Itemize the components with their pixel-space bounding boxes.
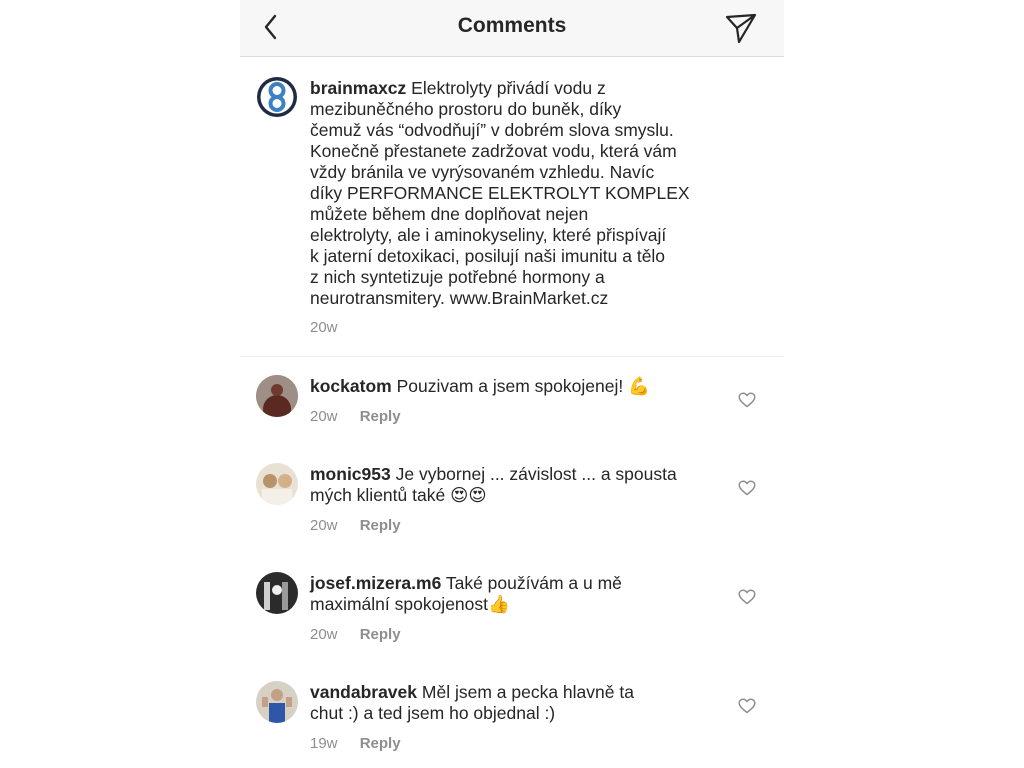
user-photo-icon — [256, 572, 298, 614]
comment-line-2: mých klientů také 😍😍 — [310, 485, 487, 506]
comment-line-1: kockatom Pouzivam a jsem spokojenej! 💪 — [310, 376, 650, 397]
avatar[interactable] — [256, 572, 298, 614]
post-caption: brainmaxcz Elektrolyty přivádí vodu z me… — [240, 57, 784, 357]
user-photo-icon — [256, 681, 298, 723]
timestamp: 20w — [310, 319, 338, 336]
caption-username[interactable]: brainmaxcz — [310, 78, 406, 98]
heart-outline-icon — [738, 589, 756, 605]
comment-text: vandabravek Měl jsem a pecka hlavně ta c… — [310, 682, 730, 724]
comment-item: monic953 Je vybornej ... závislost ... a… — [240, 445, 784, 553]
comment-line-1: vandabravek Měl jsem a pecka hlavně ta — [310, 682, 634, 702]
caption-line-2: mezibuněčného prostoru do buněk, díky — [310, 99, 622, 119]
caption-line-10: z nich syntetizuje potřebné hormony a — [310, 267, 605, 287]
thumbs-up-emoji: 👍 — [488, 595, 510, 615]
like-button[interactable] — [738, 480, 756, 496]
comment-line-1: josef.mizera.m6 Také používám a u mě — [310, 573, 622, 593]
caption-line-3: čemuž vás “odvodňují” v dobrém slova smy… — [310, 120, 674, 140]
avatar[interactable] — [256, 681, 298, 723]
avatar[interactable] — [256, 76, 298, 118]
caption-line-9: k jaterní detoxikaci, posilují naši imun… — [310, 246, 666, 266]
caption-line-7: můžete během dne doplňovat nejen — [310, 204, 589, 224]
avatar[interactable] — [256, 375, 298, 417]
comment-meta: 20w Reply — [310, 408, 401, 425]
brainmax-logo-icon — [257, 77, 297, 117]
avatar[interactable] — [256, 463, 298, 505]
timestamp: 20w — [310, 517, 338, 534]
comment-text: josef.mizera.m6 Také používám a u mě max… — [310, 573, 730, 616]
reply-button[interactable]: Reply — [360, 517, 401, 534]
comment-username[interactable]: josef.mizera.m6 — [310, 573, 441, 593]
caption-line-6: díky PERFORMANCE ELEKTROLYT KOMPLEX — [310, 183, 690, 203]
comment-text: kockatom Pouzivam a jsem spokojenej! 💪 — [310, 376, 720, 398]
heart-outline-icon — [738, 392, 756, 408]
comment-username[interactable]: monic953 — [310, 464, 391, 484]
like-button[interactable] — [738, 589, 756, 605]
caption-meta: 20w — [310, 319, 356, 336]
comment-item: vandabravek Měl jsem a pecka hlavně ta c… — [240, 663, 784, 768]
header-bar: Comments — [240, 0, 784, 57]
comment-meta: 19w Reply — [310, 735, 401, 752]
timestamp: 20w — [310, 626, 338, 643]
comment-meta: 20w Reply — [310, 517, 401, 534]
timestamp: 20w — [310, 408, 338, 425]
comment-line-2: chut :) a ted jsem ho objednal :) — [310, 703, 556, 723]
comment-line-2: maximální spokojenost👍 — [310, 594, 510, 615]
page-title: Comments — [457, 14, 567, 37]
caption-text: brainmaxcz Elektrolyty přivádí vodu z me… — [310, 78, 730, 309]
comment-username[interactable]: kockatom — [310, 376, 392, 396]
share-button[interactable] — [724, 11, 758, 45]
caption-line-1: brainmaxcz Elektrolyty přivádí vodu z — [310, 78, 606, 98]
heart-eyes-emoji: 😍😍 — [450, 486, 487, 506]
caption-line-5: vždy bránila ve vyrýsovaném vzhledu. Nav… — [310, 162, 655, 182]
heart-outline-icon — [738, 480, 756, 496]
caption-line-4: Konečně přestanete zadržovat vodu, která… — [310, 141, 677, 161]
comment-line-1: monic953 Je vybornej ... závislost ... a… — [310, 464, 677, 484]
user-photo-icon — [256, 375, 298, 417]
comments-screen: Comments brainmaxcz Elektrolyty přivádí … — [240, 0, 784, 768]
paper-plane-icon — [725, 13, 757, 44]
timestamp: 19w — [310, 735, 338, 752]
comment-text: monic953 Je vybornej ... závislost ... a… — [310, 464, 730, 507]
like-button[interactable] — [738, 698, 756, 714]
comment-meta: 20w Reply — [310, 626, 401, 643]
reply-button[interactable]: Reply — [360, 626, 401, 643]
flexed-biceps-emoji: 💪 — [628, 377, 650, 397]
reply-button[interactable]: Reply — [360, 735, 401, 752]
reply-button[interactable]: Reply — [360, 408, 401, 425]
comment-item: josef.mizera.m6 Také používám a u mě max… — [240, 554, 784, 662]
caption-line-8: elektrolyty, ale i aminokyseliny, které … — [310, 225, 667, 245]
caption-line-11: neurotransmitery. www.BrainMarket.cz — [310, 288, 609, 308]
like-button[interactable] — [738, 392, 756, 408]
comment-username[interactable]: vandabravek — [310, 682, 417, 702]
heart-outline-icon — [738, 698, 756, 714]
user-photo-icon — [256, 463, 298, 505]
